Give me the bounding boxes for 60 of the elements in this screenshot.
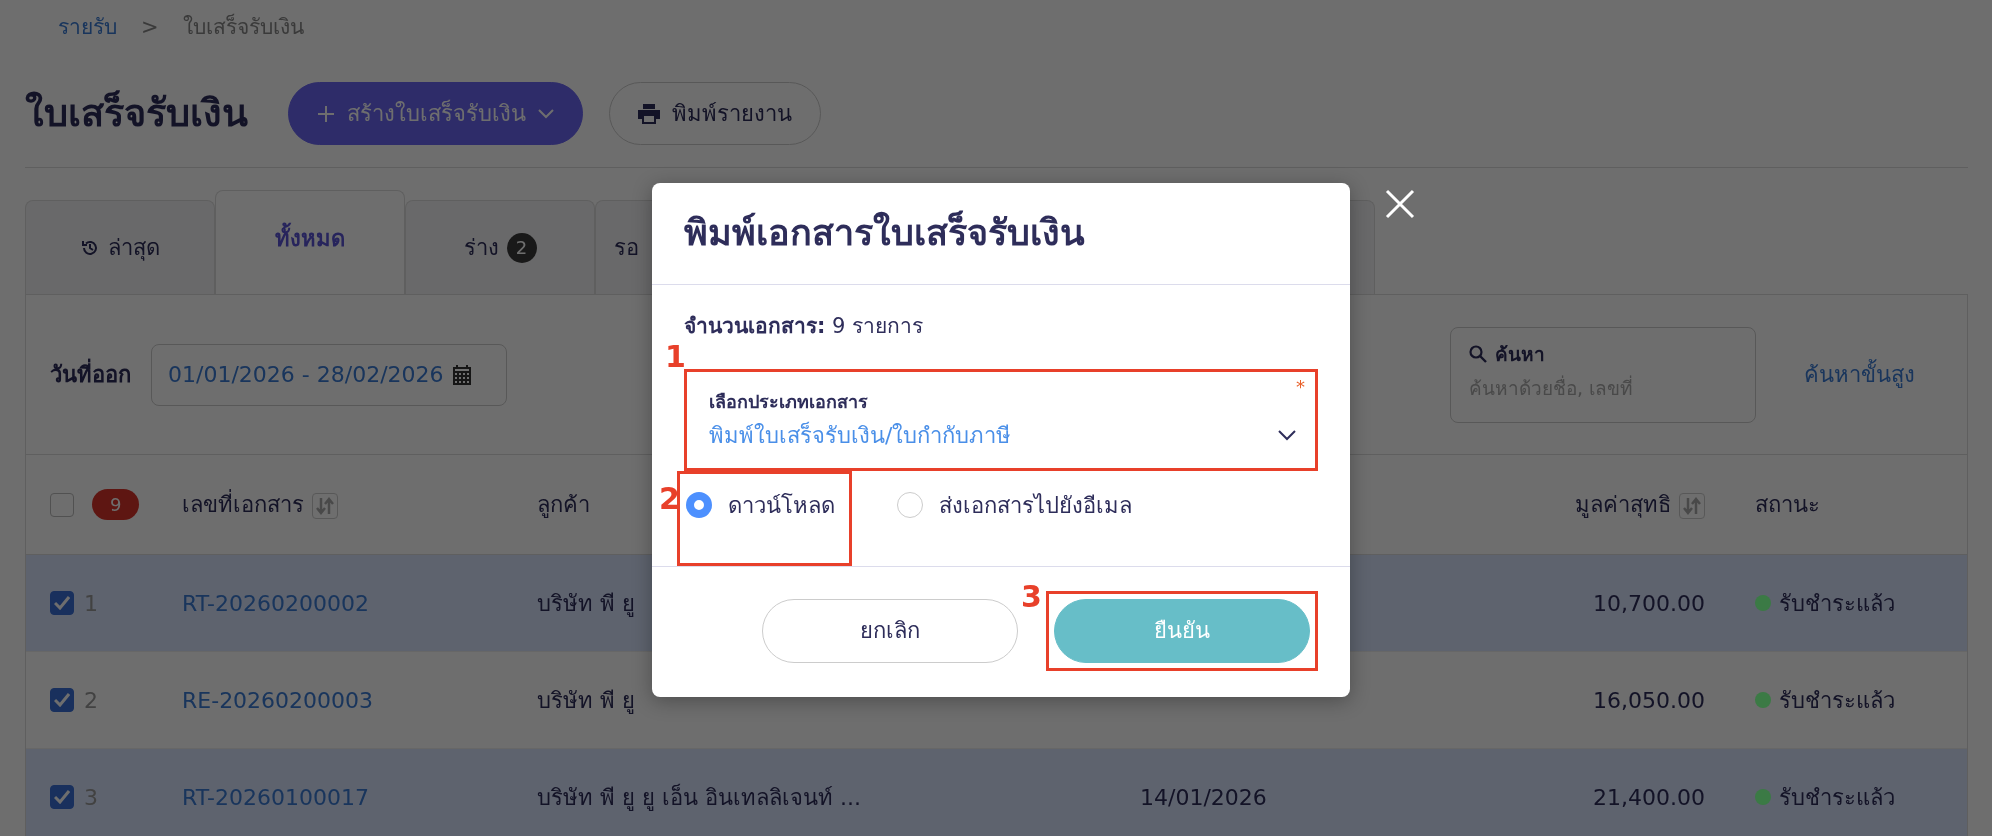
row-checkbox[interactable]: [50, 785, 74, 809]
print-button[interactable]: พิมพ์รายงาน: [609, 82, 821, 145]
issue-date: 14/01/2026: [1140, 784, 1267, 810]
required-asterisk: *: [1296, 374, 1306, 396]
calendar-icon: [451, 364, 472, 385]
tab[interactable]: ล่าสุด: [25, 200, 215, 294]
annotation-number: 2: [659, 483, 680, 514]
radio-label: ส่งเอกสารไปยังอีเมล: [939, 491, 1132, 520]
select-value: พิมพ์ใบเสร็จรับเงิน/ใบกำกับภาษี: [709, 420, 1012, 450]
modal-title: พิมพ์เอกสารใบเสร็จรับเงิน: [652, 183, 1350, 286]
column-header: ลูกค้า: [537, 492, 590, 517]
customer-name: บริษัท พี ยู: [537, 687, 635, 713]
close-icon: [1385, 188, 1415, 219]
check-icon: [54, 693, 70, 707]
net-amount: 16,050.00: [1593, 687, 1705, 713]
column-header: สถานะ: [1755, 491, 1820, 519]
row-checkbox[interactable]: [50, 591, 74, 615]
check-icon: [54, 790, 70, 804]
select-all-checkbox[interactable]: [50, 492, 74, 517]
document-number-link[interactable]: RE-20260200003: [182, 687, 374, 713]
advanced-search-link[interactable]: ค้นหาขั้นสูง: [1804, 358, 1915, 391]
tab[interactable]: ร่าง 2: [405, 200, 595, 294]
radio-button[interactable]: [897, 492, 923, 519]
breadcrumb-separator: >: [141, 14, 159, 42]
date-range-field[interactable]: 01/01/2026 - 28/02/2026: [151, 343, 507, 406]
tab[interactable]: ทั้งหมด: [215, 190, 405, 294]
chevron-down-icon: [538, 108, 554, 119]
close-button[interactable]: [1385, 187, 1415, 219]
radio-button[interactable]: [686, 492, 712, 519]
breadcrumb-link[interactable]: รายรับ: [58, 12, 117, 44]
select-label: เลือกประเภทเอกสาร: [709, 389, 869, 414]
cancel-button[interactable]: ยกเลิก: [762, 598, 1018, 663]
selected-count-badge: 9: [92, 489, 140, 520]
column-header: มูลค่าสุทธิ: [1575, 492, 1671, 517]
annotation-number: 1: [665, 341, 686, 372]
status-text: รับชำระแล้ว: [1779, 686, 1895, 715]
document-type-select[interactable]: เลือกประเภทเอกสาร พิมพ์ใบเสร็จรับเงิน/ใบกำกับภาษี: [687, 371, 1296, 468]
customer-name: บริษัท พี ยู: [537, 590, 635, 616]
check-icon: [54, 596, 70, 610]
document-number-link[interactable]: RT-20260100017: [182, 784, 369, 810]
row-checkbox[interactable]: [50, 688, 74, 712]
document-count-text: จำนวนเอกสาร: 9 รายการ: [684, 313, 925, 341]
confirm-button[interactable]: ยืนยัน: [1054, 598, 1310, 663]
page-title: ใบเสร็จรับเงิน: [25, 90, 248, 137]
annotation-number: 3: [1021, 581, 1042, 612]
printer-icon: [638, 103, 660, 124]
plus-icon: [317, 104, 335, 123]
search-icon: [1469, 344, 1487, 363]
search-label: ค้นหา: [1495, 341, 1545, 367]
status-text: รับชำระแล้ว: [1779, 589, 1895, 618]
status-text: รับชำระแล้ว: [1779, 783, 1895, 812]
count-badge: 2: [506, 232, 537, 263]
net-amount: 10,700.00: [1593, 590, 1705, 616]
document-number-link[interactable]: RT-20260200002: [182, 590, 369, 616]
create-button[interactable]: สร้างใบเสร็จรับเงิน: [288, 82, 583, 145]
net-amount: 21,400.00: [1593, 784, 1705, 810]
radio-label: ดาวน์โหลด: [728, 491, 835, 520]
chevron-down-icon: [1278, 429, 1296, 441]
date-label: วันที่ออก: [50, 358, 131, 391]
customer-name: บริษัท พี ยู ยู เอ็น อินเทลลิเจนท์ ...: [537, 784, 861, 810]
